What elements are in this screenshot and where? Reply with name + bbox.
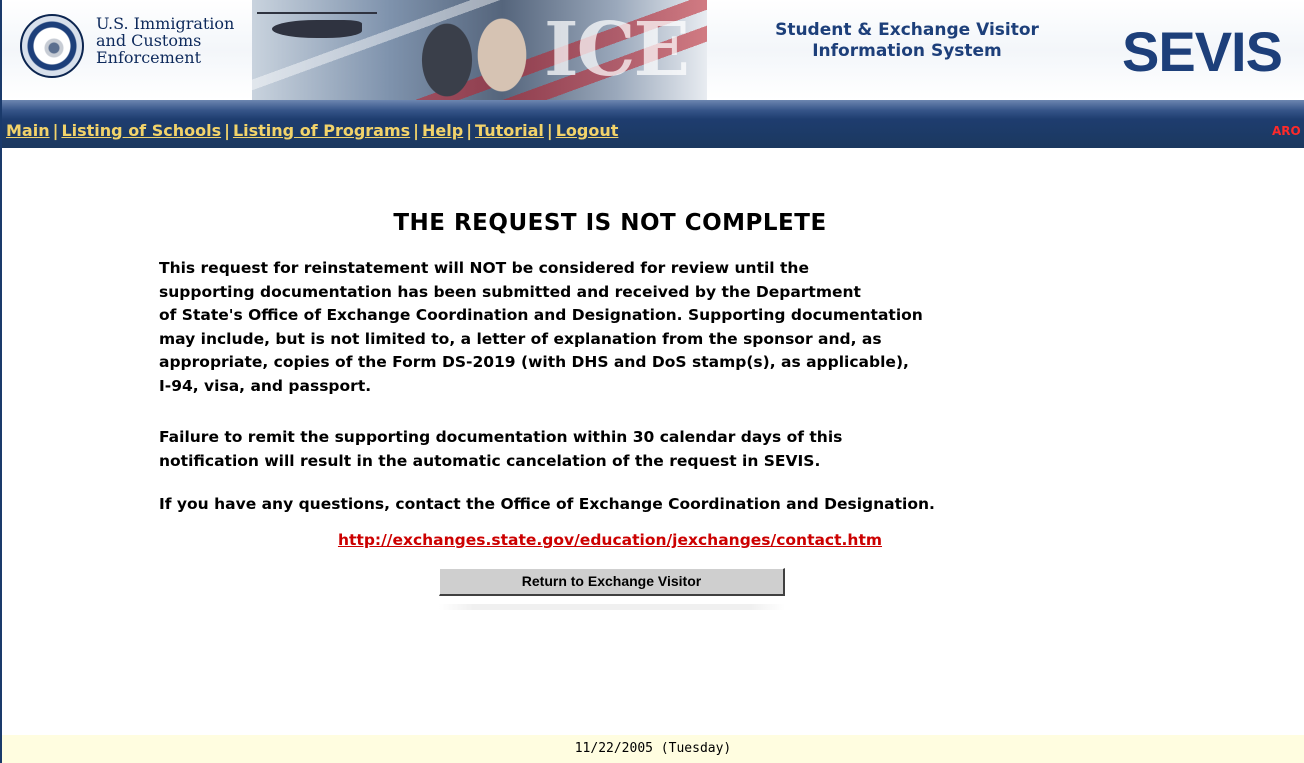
main-content: THE REQUEST IS NOT COMPLETE This request… [0, 148, 1304, 735]
dhs-seal-logo [20, 14, 84, 78]
paragraph-line: supporting documentation has been submit… [159, 282, 861, 301]
footer-date: 11/22/2005 (Tuesday) [0, 735, 1304, 763]
deadline-notice-paragraph: Failure to remit the supporting document… [159, 426, 1109, 473]
eagle-icon [44, 38, 64, 58]
paragraph-line: of State's Office of Exchange Coordinati… [159, 306, 923, 324]
nav-separator: | [224, 121, 230, 140]
system-title-line-1: Student & Exchange Visitor [775, 20, 1039, 40]
agency-name: U.S. Immigration and Customs Enforcement [96, 15, 234, 66]
paragraph-line: may include, but is not limited to, a le… [159, 329, 882, 348]
nav-separator: | [52, 121, 59, 140]
contact-link[interactable]: http://exchanges.state.gov/education/jex… [338, 531, 882, 549]
paragraph-line: appropriate, copies of the Form DS-2019 … [159, 353, 909, 371]
reinstatement-notice-paragraph: This request for reinstatement will NOT … [159, 257, 1109, 398]
nav-link-listing-of-programs[interactable]: Listing of Programs [233, 121, 410, 140]
paragraph-line: I-94, visa, and passport. [159, 376, 372, 395]
paragraph-line: notification will result in the automati… [159, 451, 821, 470]
header-banner: U.S. Immigration and Customs Enforcement… [0, 0, 1304, 100]
agency-line-1: U.S. Immigration [96, 14, 235, 33]
system-title: Student & Exchange Visitor Information S… [722, 20, 1092, 62]
contact-notice-paragraph: If you have any questions, contact the O… [159, 495, 935, 513]
nav-link-help[interactable]: Help [422, 121, 463, 140]
sevis-logo: SEVIS [1122, 20, 1283, 83]
nav-separator: | [413, 121, 420, 140]
agency-line-2: and Customs [96, 31, 202, 50]
contact-link-container: http://exchanges.state.gov/education/jex… [2, 531, 1218, 549]
button-shadow [439, 604, 785, 610]
nav-link-logout[interactable]: Logout [556, 121, 619, 140]
header-photo-collage: ICE [252, 0, 707, 100]
nav-link-tutorial[interactable]: Tutorial [475, 121, 544, 140]
nav-separator: | [546, 121, 553, 140]
nav-link-listing-of-schools[interactable]: Listing of Schools [61, 121, 221, 140]
system-title-line-2: Information System [812, 41, 1002, 61]
paragraph-line: Failure to remit the supporting document… [159, 428, 843, 446]
ice-logo-text: ICE [544, 7, 690, 93]
nav-bar: Main | Listing of Schools | Listing of Progr… [0, 100, 1304, 148]
nav-separator: | [466, 121, 473, 140]
agency-line-3: Enforcement [96, 48, 201, 67]
nav-links: Main | Listing of Schools | Listing of Progr… [6, 121, 618, 140]
nav-user-indicator: ARO [1272, 124, 1301, 138]
page-title: THE REQUEST IS NOT COMPLETE [393, 210, 827, 236]
helicopter-rotor [257, 12, 377, 14]
nav-link-main[interactable]: Main [6, 121, 50, 140]
return-to-exchange-visitor-button[interactable]: Return to Exchange Visitor [439, 568, 785, 596]
helicopter-icon [272, 20, 362, 38]
paragraph-line: This request for reinstatement will NOT … [159, 259, 809, 277]
